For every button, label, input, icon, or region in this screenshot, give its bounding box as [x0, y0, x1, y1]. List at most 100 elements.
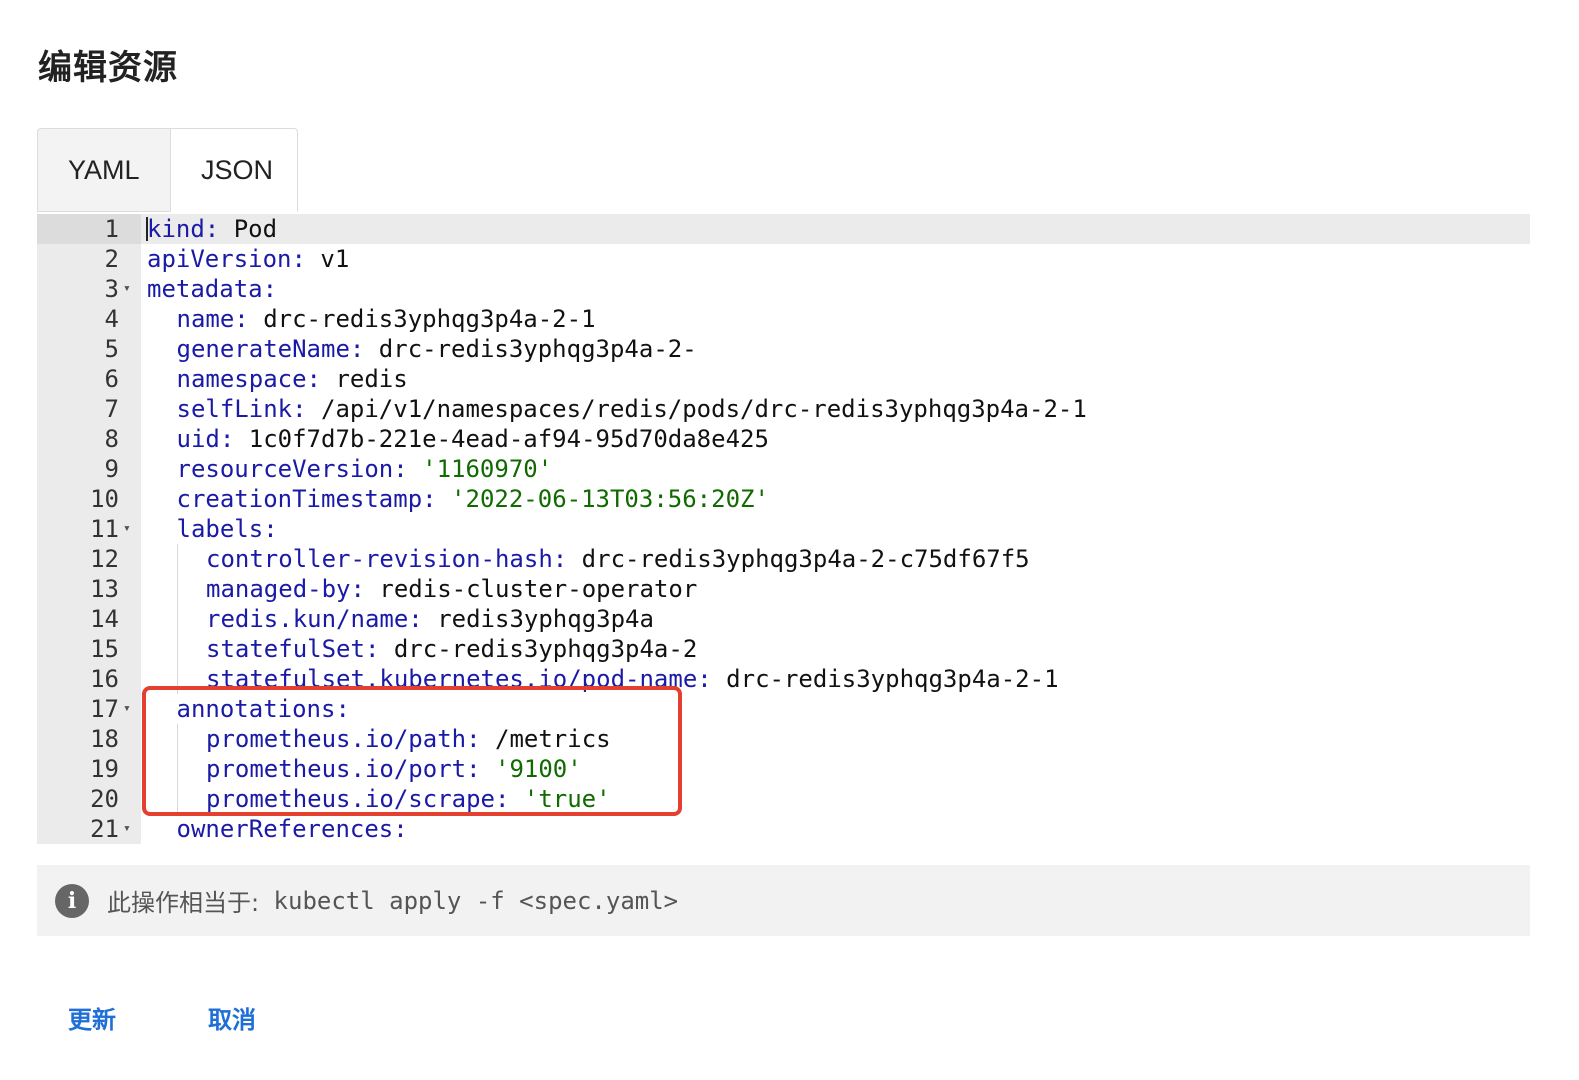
line-number: 21: [90, 815, 119, 843]
code-line[interactable]: 2 apiVersion: v1: [37, 244, 1530, 274]
line-number: 16: [90, 665, 119, 693]
yaml-key: apiVersion:: [147, 245, 306, 273]
yaml-key: managed-by:: [206, 575, 365, 603]
code-text: statefulSet: drc-redis3yphqg3p4a-2: [206, 634, 697, 664]
code-line[interactable]: 8 uid: 1c0f7d7b-221e-4ead-af94-95d70da8e4…: [37, 424, 1530, 454]
tab-json[interactable]: JSON: [170, 128, 298, 212]
code-text: creationTimestamp: '2022-06-13T03:56:20Z…: [177, 484, 769, 514]
code-text: labels:: [177, 514, 278, 544]
yaml-value: v1: [305, 245, 350, 273]
code-line[interactable]: 10 creationTimestamp: '2022-06-13T03:56:2…: [37, 484, 1530, 514]
cancel-button[interactable]: 取消: [208, 1000, 256, 1035]
line-number: 11: [90, 515, 119, 543]
yaml-key: namespace:: [176, 365, 322, 393]
yaml-value: drc-redis3yphqg3p4a-2-1: [248, 305, 596, 333]
yaml-key: resourceVersion:: [176, 455, 408, 483]
line-number: 19: [90, 755, 119, 783]
code-line[interactable]: 5 generateName: drc-redis3yphqg3p4a-2-: [37, 334, 1530, 364]
yaml-value: /api/v1/namespaces/redis/pods/drc-redis3…: [306, 395, 1087, 423]
yaml-value: drc-redis3yphqg3p4a-2: [379, 635, 698, 663]
fold-toggle-icon[interactable]: ▾: [123, 514, 131, 544]
code-line[interactable]: 11 ▾ labels:: [37, 514, 1530, 544]
code-text: apiVersion: v1: [147, 244, 349, 274]
line-number: 10: [90, 485, 119, 513]
code-line[interactable]: 15 statefulSet: drc-redis3yphqg3p4a-2: [37, 634, 1530, 664]
code-text: generateName: drc-redis3yphqg3p4a-2-: [177, 334, 697, 364]
page-title: 编辑资源: [38, 48, 178, 88]
code-text: managed-by: redis-cluster-operator: [206, 574, 697, 604]
code-line[interactable]: 1 kind: Pod: [37, 214, 1530, 244]
line-number: 17: [90, 695, 119, 723]
code-line[interactable]: 3 ▾ metadata:: [37, 274, 1530, 304]
line-number: 18: [90, 725, 119, 753]
yaml-key: kind:: [147, 215, 220, 243]
code-line[interactable]: 6 namespace: redis: [37, 364, 1530, 394]
code-text: resourceVersion: '1160970': [177, 454, 553, 484]
code-text: name: drc-redis3yphqg3p4a-2-1: [177, 304, 596, 334]
code-line[interactable]: 13 managed-by: redis-cluster-operator: [37, 574, 1530, 604]
code-line[interactable]: 9 resourceVersion: '1160970': [37, 454, 1530, 484]
line-number: 12: [90, 545, 119, 573]
info-icon: i: [55, 883, 89, 918]
yaml-value: redis3yphqg3p4a: [422, 605, 654, 633]
code-line[interactable]: 12 controller-revision-hash: drc-redis3yp…: [37, 544, 1530, 574]
code-text: controller-revision-hash: drc-redis3yphq…: [206, 544, 1030, 574]
yaml-key: metadata:: [147, 275, 278, 303]
fold-toggle-icon[interactable]: ▾: [123, 814, 131, 844]
code-text: uid: 1c0f7d7b-221e-4ead-af94-95d70da8e42…: [177, 424, 769, 454]
code-text: metadata:: [147, 274, 277, 304]
line-number: 13: [90, 575, 119, 603]
line-number: 15: [90, 635, 119, 663]
yaml-key: selfLink:: [176, 395, 307, 423]
indent-guide: [176, 544, 178, 574]
code-text: redis.kun/name: redis3yphqg3p4a: [206, 604, 654, 634]
yaml-key: statefulSet:: [206, 635, 380, 663]
indent-guide: [176, 604, 178, 634]
yaml-value: drc-redis3yphqg3p4a-2-: [364, 335, 697, 363]
indent-guide: [176, 574, 178, 604]
line-number: 5: [104, 335, 119, 363]
yaml-value: Pod: [219, 215, 278, 243]
line-number: 14: [90, 605, 119, 633]
info-bar: i 此操作相当于: kubectl apply -f <spec.yaml>: [37, 865, 1530, 936]
code-line[interactable]: 4 name: drc-redis3yphqg3p4a-2-1: [37, 304, 1530, 334]
yaml-key: ownerReferences:: [176, 815, 408, 843]
code-text: kind: Pod: [147, 214, 277, 244]
fold-toggle-icon[interactable]: ▾: [123, 694, 131, 724]
code-text: namespace: redis: [177, 364, 408, 394]
yaml-value: drc-redis3yphqg3p4a-2-c75df67f5: [567, 545, 1030, 573]
yaml-key: labels:: [176, 515, 278, 543]
yaml-value: drc-redis3yphqg3p4a-2-1: [711, 665, 1059, 693]
tab-yaml[interactable]: YAML: [37, 128, 170, 212]
fold-toggle-icon[interactable]: ▾: [123, 274, 131, 304]
yaml-value: redis: [321, 365, 408, 393]
code-line[interactable]: 7 selfLink: /api/v1/namespaces/redis/pods…: [37, 394, 1530, 424]
line-number: 8: [104, 425, 119, 453]
yaml-value: '2022-06-13T03:56:20Z': [436, 485, 769, 513]
info-label: 此操作相当于:: [107, 889, 260, 917]
code-line[interactable]: 21 ▾ ownerReferences:: [37, 814, 1530, 844]
indent-guide: [176, 634, 178, 664]
yaml-value: redis-cluster-operator: [364, 575, 698, 603]
line-number: 4: [104, 305, 119, 333]
code-text: selfLink: /api/v1/namespaces/redis/pods/…: [177, 394, 1087, 424]
line-number: 1: [104, 215, 119, 243]
line-number: 2: [104, 245, 119, 273]
yaml-key: generateName:: [176, 335, 365, 363]
format-tabs: YAML JSON: [37, 128, 298, 214]
code-text: ownerReferences:: [177, 814, 408, 844]
line-number: 7: [104, 395, 119, 423]
yaml-key: redis.kun/name:: [206, 605, 423, 633]
annotation-highlight-box: [142, 686, 682, 816]
yaml-key: name:: [176, 305, 249, 333]
yaml-value: '1160970': [407, 455, 553, 483]
text-cursor: [146, 217, 148, 241]
info-command: kubectl apply -f <spec.yaml>: [259, 886, 679, 915]
update-button[interactable]: 更新: [68, 1000, 116, 1035]
code-line[interactable]: 14 redis.kun/name: redis3yphqg3p4a: [37, 604, 1530, 634]
line-number: 3: [104, 275, 119, 303]
line-number: 9: [104, 455, 119, 483]
line-number: 20: [90, 785, 119, 813]
yaml-key: creationTimestamp:: [176, 485, 437, 513]
line-number: 6: [104, 365, 119, 393]
